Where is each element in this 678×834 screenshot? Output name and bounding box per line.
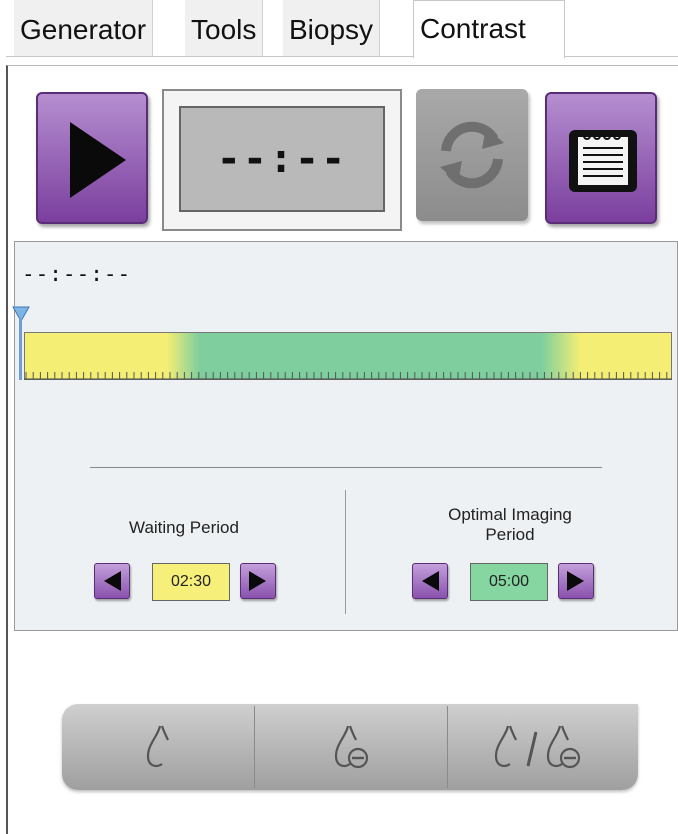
tab-strip-divider xyxy=(6,56,678,57)
column-divider xyxy=(345,490,346,614)
section-divider xyxy=(90,467,602,468)
start-timer-button[interactable] xyxy=(36,92,148,224)
play-icon xyxy=(70,122,126,198)
view-mode-selector xyxy=(62,704,638,790)
triangle-left-icon xyxy=(104,571,121,591)
optimal-period-label: Optimal Imaging Period xyxy=(412,505,608,545)
view-mode-b-button[interactable] xyxy=(255,704,447,790)
triangle-right-icon xyxy=(249,571,266,591)
optimal-period-value: 05:00 xyxy=(470,563,548,601)
waiting-increase-button[interactable] xyxy=(240,563,276,599)
breast-outline-icon xyxy=(146,725,169,767)
breast-minus-icon xyxy=(334,725,369,769)
tab-biopsy[interactable]: Biopsy xyxy=(283,0,381,56)
contrast-screen: Generator Tools Biopsy Contrast --:-- --… xyxy=(0,0,678,834)
breast-outline-and-minus-icon xyxy=(494,725,581,769)
optimal-period-label-line2: Period xyxy=(485,525,535,544)
timeline-cursor[interactable] xyxy=(19,318,22,380)
triangle-left-icon xyxy=(422,571,439,591)
timeline-ruler xyxy=(24,372,672,380)
waiting-period-value: 02:30 xyxy=(152,563,230,601)
elapsed-time-readout: --:--:-- xyxy=(22,262,132,286)
timer-display-frame: --:-- xyxy=(162,89,402,231)
triangle-right-icon xyxy=(567,571,584,591)
waiting-period-label: Waiting Period xyxy=(129,518,239,537)
reset-timer-button[interactable] xyxy=(416,89,528,221)
waiting-decrease-button[interactable] xyxy=(94,563,130,599)
timer-display: --:-- xyxy=(179,106,385,212)
notes-button[interactable] xyxy=(545,92,657,224)
tab-tools[interactable]: Tools xyxy=(185,0,264,56)
view-mode-a-button[interactable] xyxy=(62,704,254,790)
refresh-icon xyxy=(440,121,504,189)
notepad-icon xyxy=(569,130,637,192)
view-mode-c-button[interactable] xyxy=(448,704,638,790)
optimal-period-label-line1: Optimal Imaging xyxy=(448,505,572,524)
timer-text: --:-- xyxy=(216,136,348,182)
optimal-increase-button[interactable] xyxy=(558,563,594,599)
optimal-decrease-button[interactable] xyxy=(412,563,448,599)
tab-generator[interactable]: Generator xyxy=(14,0,154,56)
tab-contrast[interactable]: Contrast xyxy=(413,0,565,58)
